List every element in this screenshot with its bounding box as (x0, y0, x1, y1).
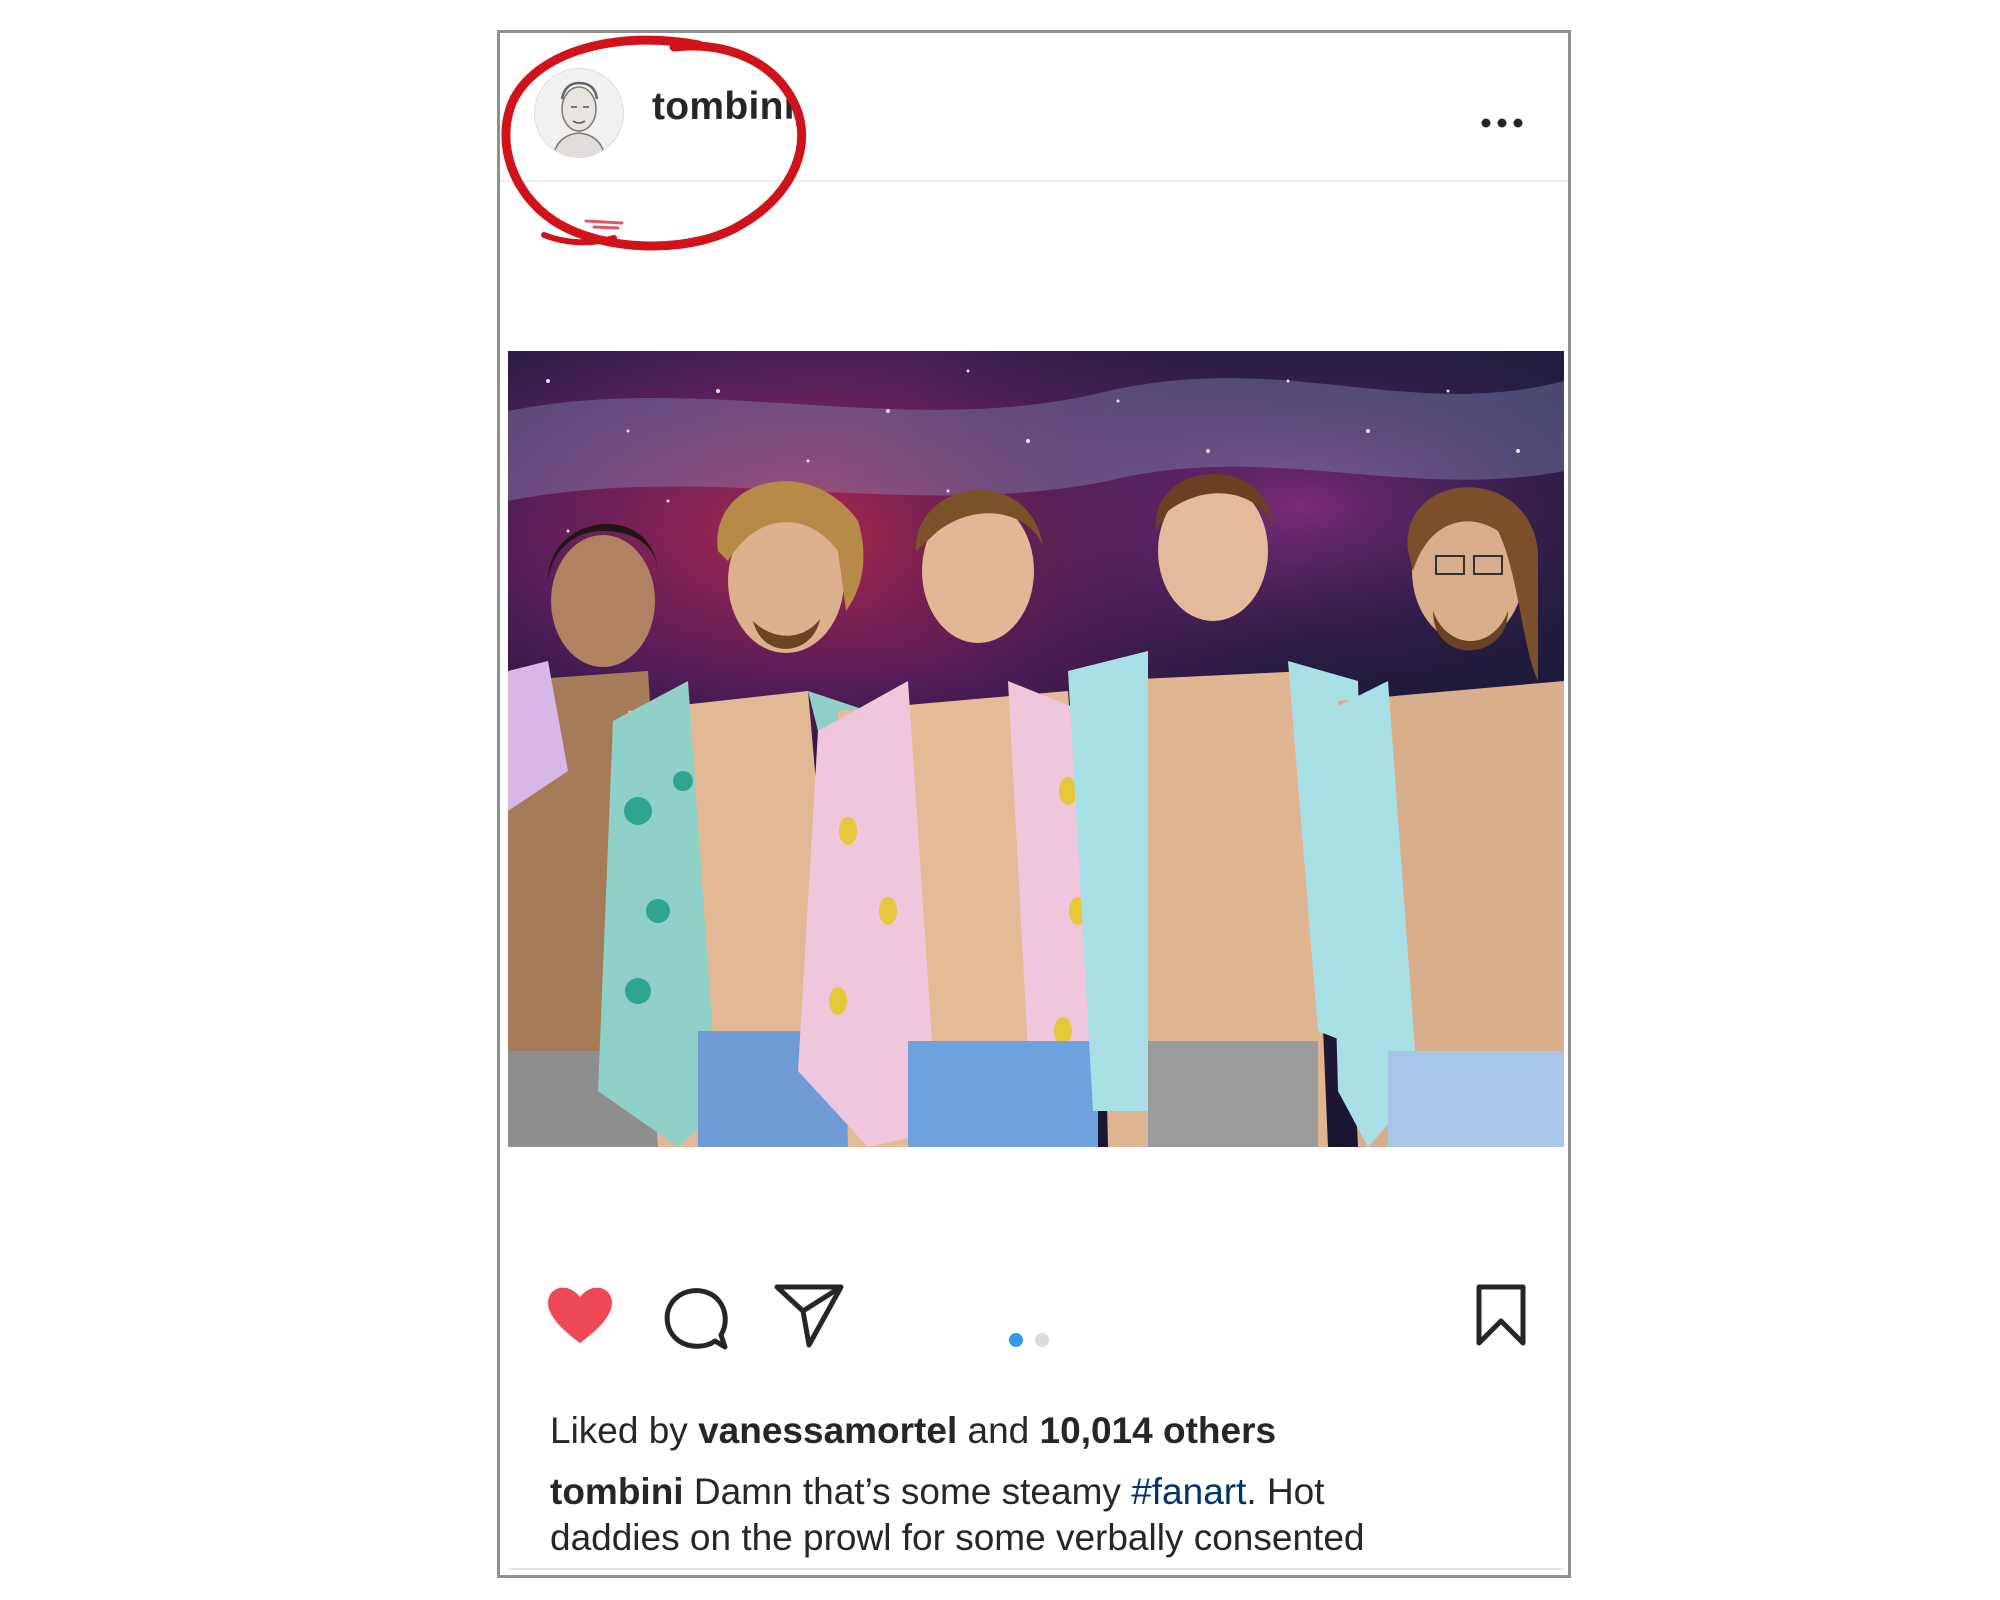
carousel-dot-active[interactable] (1009, 1333, 1023, 1347)
carousel-indicator (1009, 1333, 1061, 1347)
comment-bubble-icon[interactable] (663, 1285, 729, 1351)
caption-line-2: daddies on the prowl for some verbally c… (550, 1517, 1365, 1558)
post-image[interactable] (508, 351, 1564, 1147)
heart-icon[interactable] (545, 1283, 615, 1345)
carousel-dot[interactable] (1035, 1333, 1049, 1347)
caption-text-2: . Hot (1246, 1471, 1325, 1512)
fanart-painting-image (508, 351, 1564, 1147)
liked-by-prefix: Liked by (550, 1410, 688, 1451)
avatar-sketch-image (535, 69, 623, 157)
post-header: tombini (500, 33, 1568, 182)
more-options-icon[interactable] (1478, 115, 1526, 131)
avatar[interactable] (534, 68, 624, 158)
instagram-post: tombini Liked by vanessamortel and 10,01… (497, 30, 1571, 1578)
crop-mask (500, 1570, 1568, 1575)
caption-text-1: Damn that’s some steamy (683, 1471, 1132, 1512)
liked-by-and: and (967, 1410, 1030, 1451)
likes-others-count[interactable]: 10,014 others (1040, 1410, 1277, 1451)
liked-by-user[interactable]: vanessamortel (698, 1410, 957, 1451)
caption-username[interactable]: tombini (550, 1471, 684, 1512)
likes-summary: Liked by vanessamortel and 10,014 others (550, 1408, 1276, 1454)
paper-plane-icon[interactable] (773, 1281, 845, 1349)
post-caption: tombini Damn that’s some steamy #fanart.… (550, 1469, 1550, 1575)
bookmark-icon[interactable] (1475, 1283, 1527, 1347)
post-username[interactable]: tombini (652, 85, 795, 129)
caption-hashtag[interactable]: #fanart (1131, 1471, 1246, 1512)
caption-line-1: tombini Damn that’s some steamy #fanart.… (550, 1469, 1550, 1515)
